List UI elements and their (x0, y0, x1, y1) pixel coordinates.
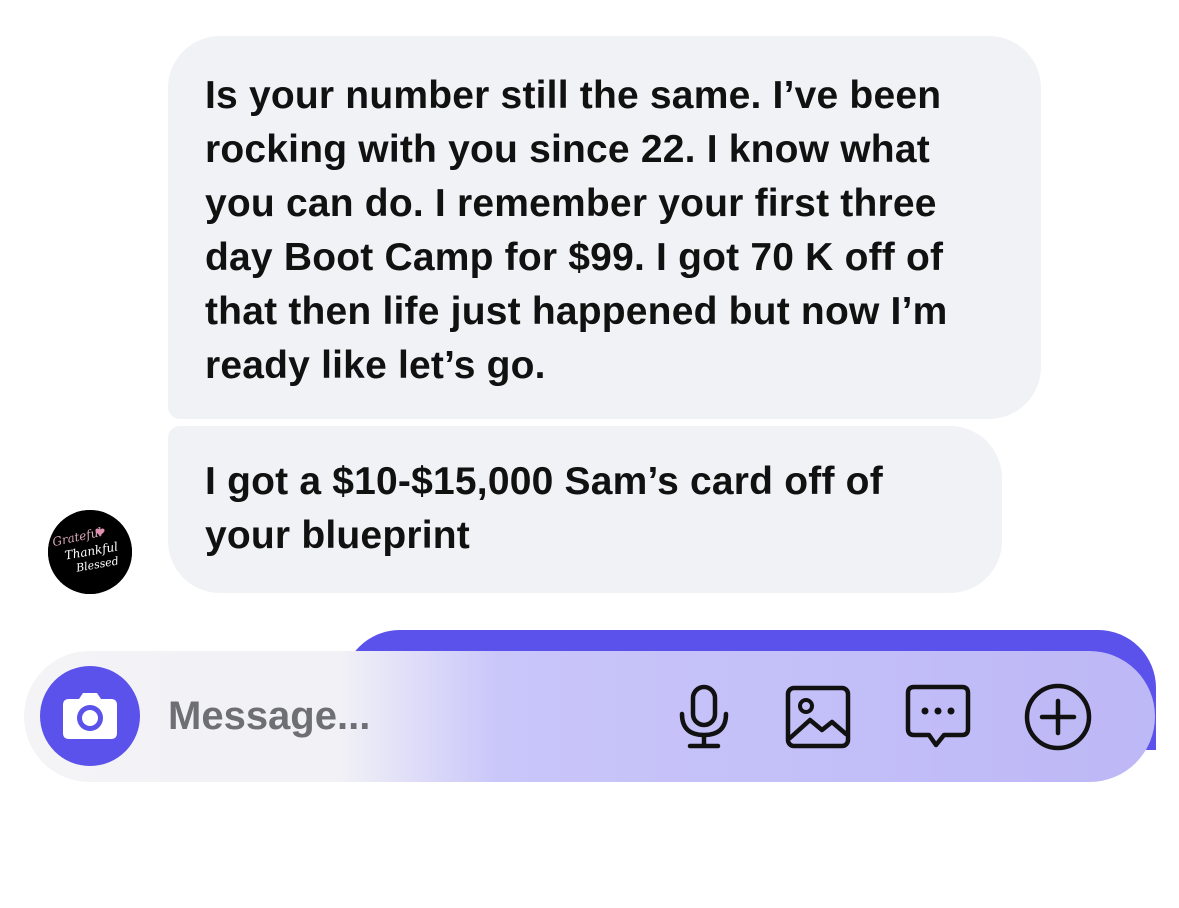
message-bubble-incoming[interactable]: I got a $10-$15,000 Sam’s card off of yo… (168, 426, 1002, 593)
camera-button[interactable] (40, 666, 140, 766)
message-input[interactable] (168, 686, 638, 746)
chat-button[interactable] (902, 681, 974, 753)
gallery-button[interactable] (782, 681, 854, 753)
add-button[interactable] (1022, 681, 1094, 753)
image-icon (784, 684, 852, 750)
message-text: I got a $10-$15,000 Sam’s card off of yo… (205, 460, 883, 557)
avatar[interactable]: Grateful Thankful Blessed (48, 510, 132, 594)
avatar-logo: Grateful Thankful Blessed (48, 510, 132, 594)
camera-icon (61, 692, 119, 740)
plus-circle-icon (1022, 681, 1094, 753)
chat-bubble-icon (904, 683, 972, 751)
message-bubble-incoming[interactable]: Is your number still the same. I’ve been… (168, 36, 1041, 419)
microphone-icon (676, 684, 732, 750)
microphone-button[interactable] (668, 681, 740, 753)
message-text: Is your number still the same. I’ve been… (205, 74, 948, 387)
